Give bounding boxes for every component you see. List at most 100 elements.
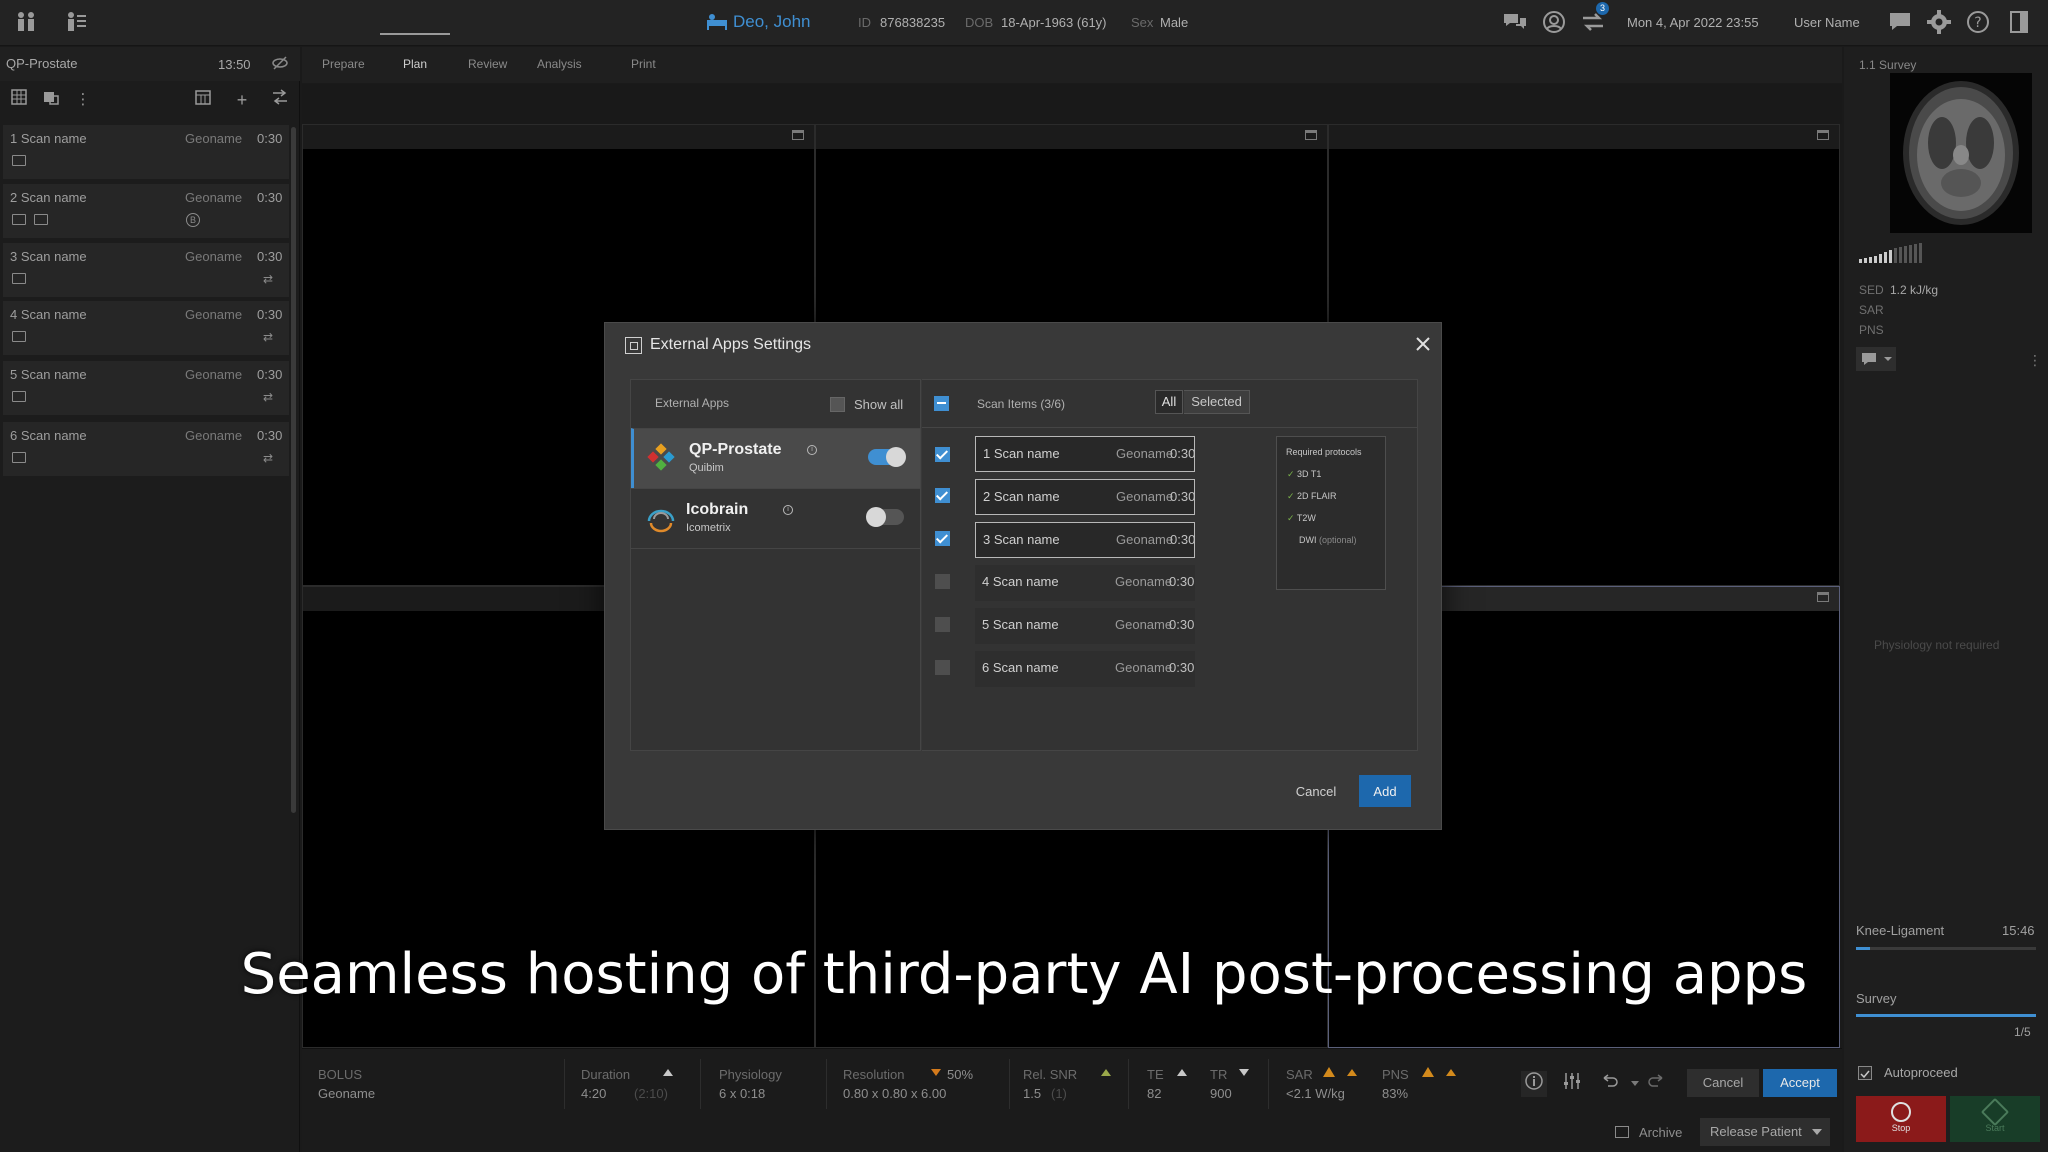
scan-list-item[interactable]: 3 Scan name Geoname 0:30 ⇄	[3, 243, 289, 297]
maximize-icon[interactable]	[1305, 130, 1317, 140]
exit-icon[interactable]	[2006, 9, 2034, 37]
divider	[700, 1059, 701, 1109]
swap-icon[interactable]: ⇄	[263, 331, 279, 343]
maximize-icon[interactable]	[1817, 592, 1829, 602]
swap-icon[interactable]: ⇄	[263, 452, 279, 464]
scan-item[interactable]: 4 Scan name Geoname 0:30	[975, 565, 1195, 601]
sed-value: 1.2 kJ/kg	[1890, 283, 1939, 297]
comment-button[interactable]	[1856, 347, 1896, 371]
gear-icon[interactable]	[1925, 9, 1953, 37]
chat-icon[interactable]	[1501, 9, 1529, 37]
scan-checkbox[interactable]	[935, 617, 950, 632]
info-icon[interactable]: i	[783, 505, 793, 515]
app-enable-toggle[interactable]	[868, 447, 906, 467]
tab-analysis[interactable]: Analysis	[537, 57, 582, 71]
scan-list-item[interactable]: 2 Scan name Geoname 0:30 B	[3, 184, 289, 238]
swap-icon[interactable]	[269, 89, 291, 111]
dialog-title: External Apps Settings	[650, 336, 811, 353]
show-all-label[interactable]: Show all	[854, 397, 903, 412]
protocol-time: 15:46	[2002, 923, 2035, 938]
select-all-checkbox[interactable]	[934, 396, 949, 411]
relsnr-up-icon	[1101, 1069, 1111, 1076]
scan-geoname: Geoname	[185, 428, 243, 443]
message-icon[interactable]	[1886, 9, 1914, 37]
scan-list-item[interactable]: 5 Scan name Geoname 0:30 ⇄	[3, 361, 289, 415]
scan-item[interactable]: 3 Scan name Geoname 0:30	[975, 522, 1195, 558]
scan-checkbox[interactable]	[935, 660, 950, 675]
undo-icon[interactable]	[1597, 1071, 1623, 1097]
patient-list-icon[interactable]	[62, 9, 90, 37]
scan-checkbox[interactable]	[935, 531, 950, 546]
add-icon[interactable]: +	[231, 89, 253, 111]
pns-up-icon	[1446, 1069, 1456, 1076]
filter-all-button[interactable]: All	[1155, 390, 1183, 414]
transfer-icon[interactable]: 3	[1579, 2, 1609, 37]
calendar-grid-icon[interactable]	[192, 89, 214, 111]
scan-item[interactable]: 1 Scan name Geoname 0:30	[975, 436, 1195, 472]
app-enable-toggle[interactable]	[866, 507, 904, 527]
more-vertical-icon[interactable]: ⋮	[2028, 352, 2042, 369]
scan-name: 1 Scan name	[983, 446, 1060, 461]
patients-icon[interactable]	[12, 9, 40, 37]
redo-icon[interactable]	[1643, 1071, 1669, 1097]
layers-icon[interactable]	[40, 89, 62, 111]
swap-icon[interactable]: ⇄	[263, 273, 279, 285]
sliders-icon[interactable]	[1559, 1071, 1585, 1097]
sar-up-icon	[1347, 1069, 1357, 1076]
accept-button[interactable]: Accept	[1763, 1069, 1837, 1097]
app-item-icobrain[interactable]: Icobrain Icometrix i	[631, 488, 920, 548]
start-button[interactable]: Start	[1950, 1096, 2040, 1142]
eye-off-icon[interactable]	[272, 55, 288, 76]
more-vertical-icon[interactable]: ⋮	[72, 89, 94, 111]
show-all-checkbox[interactable]	[830, 397, 845, 412]
scan-item[interactable]: 2 Scan name Geoname 0:30	[975, 479, 1195, 515]
scan-duration: 0:30	[257, 249, 283, 264]
scrollbar[interactable]	[291, 127, 296, 813]
release-patient-button[interactable]: Release Patient	[1700, 1118, 1830, 1146]
tab-print[interactable]: Print	[631, 57, 656, 71]
tab-plan[interactable]: Plan	[403, 57, 427, 71]
username[interactable]: User Name	[1794, 15, 1860, 30]
stop-button[interactable]: Stop	[1856, 1096, 1946, 1142]
swap-icon[interactable]: ⇄	[263, 391, 279, 403]
app-item-qp-prostate[interactable]: QP-Prostate Quibim i	[631, 428, 920, 488]
cancel-button[interactable]: Cancel	[1286, 775, 1346, 807]
info-icon[interactable]	[1521, 1071, 1547, 1097]
user-circle-icon[interactable]	[1540, 9, 1568, 37]
pns-label: PNS	[1382, 1067, 1409, 1082]
close-button[interactable]	[1413, 335, 1433, 355]
scan-duration: 0:30	[257, 367, 283, 382]
release-patient-label: Release Patient	[1710, 1124, 1802, 1139]
undo-dropdown-icon[interactable]	[1631, 1081, 1639, 1086]
scan-duration: 0:30	[257, 428, 283, 443]
tab-review[interactable]: Review	[468, 57, 507, 71]
maximize-icon[interactable]	[792, 130, 804, 140]
scan-checkbox[interactable]	[935, 574, 950, 589]
scan-item[interactable]: 6 Scan name Geoname 0:30	[975, 651, 1195, 687]
tab-prepare[interactable]: Prepare	[322, 57, 365, 71]
patient-name[interactable]: Deo, John	[733, 12, 811, 32]
check-icon: ✓	[1287, 513, 1297, 523]
add-button[interactable]: Add	[1359, 775, 1411, 807]
grid-icon[interactable]	[8, 89, 30, 111]
scan-checkbox[interactable]	[935, 447, 950, 462]
scan-list-item[interactable]: 4 Scan name Geoname 0:30 ⇄	[3, 301, 289, 355]
archive-link[interactable]: Archive	[1639, 1125, 1682, 1140]
te-up-icon	[1177, 1069, 1187, 1076]
help-icon[interactable]: ?	[1964, 9, 1992, 37]
duration-up-icon	[663, 1069, 673, 1076]
scan-list-item[interactable]: 6 Scan name Geoname 0:30 ⇄	[3, 422, 289, 476]
scan-name: 2 Scan name	[983, 489, 1060, 504]
scan-item[interactable]: 5 Scan name Geoname 0:30	[975, 608, 1195, 644]
filter-selected-button[interactable]: Selected	[1184, 390, 1250, 414]
scan-list-item[interactable]: 1 Scan name Geoname 0:30	[3, 125, 289, 179]
brain-scan-thumbnail[interactable]	[1890, 73, 2032, 233]
physiology-note: Physiology not required	[1874, 638, 2000, 652]
physiology-value: 6 x 0:18	[719, 1086, 766, 1101]
info-icon[interactable]: i	[807, 445, 817, 455]
scan-checkbox[interactable]	[935, 488, 950, 503]
resolution-percent: 50%	[947, 1067, 974, 1082]
cancel-button[interactable]: Cancel	[1687, 1069, 1759, 1097]
autoproceed-checkbox[interactable]	[1858, 1066, 1872, 1080]
maximize-icon[interactable]	[1817, 130, 1829, 140]
